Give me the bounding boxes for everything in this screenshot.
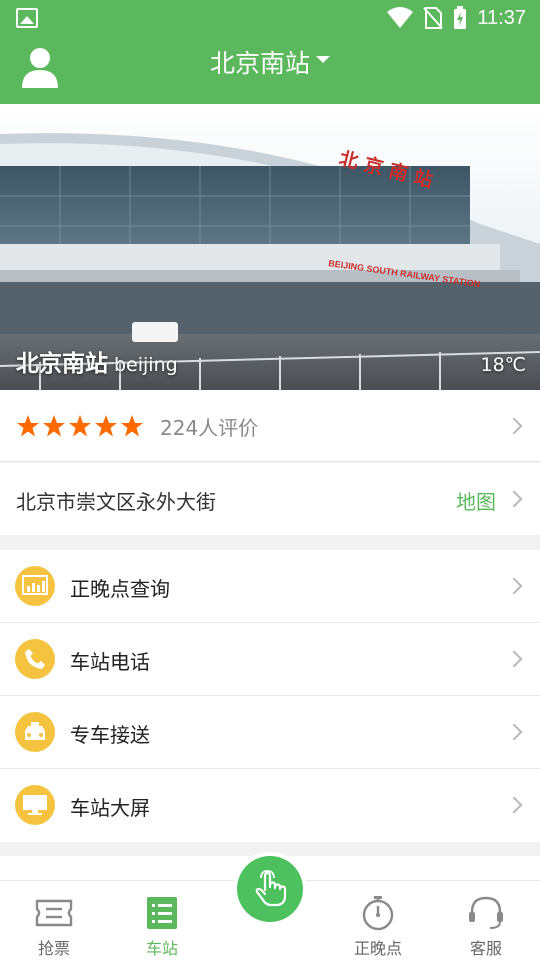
wifi-icon (387, 7, 414, 28)
list-icon (147, 897, 177, 929)
tap-hand-icon (255, 870, 287, 907)
star-icon (17, 415, 39, 437)
map-link[interactable]: 地图 (456, 486, 496, 515)
car-icon (15, 712, 55, 752)
chart-icon (15, 566, 55, 606)
rating-row[interactable]: 224人评价 (0, 390, 540, 462)
star-icon (69, 415, 91, 437)
app-bar: 北京南站 (0, 36, 540, 104)
temperature: 18℃ (480, 354, 526, 376)
no-sim-icon (423, 7, 444, 29)
nav-tab-delays[interactable]: 正晚点 (328, 881, 428, 960)
quick-action-button[interactable] (237, 856, 303, 922)
status-bar: 11:37 (0, 0, 540, 36)
chevron-right-icon (505, 490, 523, 508)
menu-item-car-service[interactable]: 专车接送 (0, 696, 540, 769)
nav-tab-support[interactable]: 客服 (436, 881, 536, 960)
chevron-right-icon (505, 723, 523, 741)
caret-down-icon (316, 55, 330, 63)
star-icon (95, 415, 117, 437)
station-name: 北京南站 (16, 351, 108, 377)
ticket-icon (35, 899, 73, 927)
status-time: 11:37 (477, 6, 526, 29)
star-icon (43, 415, 65, 437)
service-menu: 正晚点查询 车站电话 专车接送 车站大屏 (0, 550, 540, 842)
menu-item-station-screen[interactable]: 车站大屏 (0, 769, 540, 842)
image-notification-icon (16, 8, 38, 28)
station-photo: 北 京 南 站 BEIJING SOUTH RAILWAY STATION 北京… (0, 104, 540, 390)
menu-item-label: 正晚点查询 (70, 577, 170, 601)
battery-charging-icon (454, 6, 467, 29)
station-address: 北京市崇文区永外大街 (16, 490, 216, 514)
headset-icon (469, 896, 503, 929)
star-icon (121, 415, 143, 437)
nav-tab-station[interactable]: 车站 (112, 881, 212, 960)
chevron-right-icon (505, 417, 523, 435)
nav-tab-label: 正晚点 (353, 939, 402, 958)
star-rating (16, 414, 144, 438)
nav-tab-label: 车站 (145, 939, 178, 958)
nav-tab-label: 抢票 (37, 939, 70, 958)
chevron-right-icon (505, 796, 523, 814)
address-row[interactable]: 北京市崇文区永外大街 地图 (0, 463, 540, 535)
menu-item-station-phone[interactable]: 车站电话 (0, 623, 540, 696)
menu-item-label: 车站大屏 (70, 796, 150, 820)
nav-tab-label: 客服 (469, 939, 502, 958)
hero-caption: 北京南站 beijing (16, 344, 178, 378)
station-selector[interactable]: 北京南站 (0, 48, 540, 80)
chevron-right-icon (505, 577, 523, 595)
nav-tab-tickets[interactable]: 抢票 (4, 881, 104, 960)
review-count: 224人评价 (160, 416, 259, 440)
menu-item-label: 车站电话 (70, 650, 150, 674)
station-city: beijing (114, 354, 178, 376)
menu-item-label: 专车接送 (70, 723, 150, 747)
chevron-right-icon (505, 650, 523, 668)
menu-item-delay-query[interactable]: 正晚点查询 (0, 550, 540, 623)
page-title: 北京南站 (209, 49, 310, 78)
monitor-icon (15, 785, 55, 825)
phone-icon (15, 639, 55, 679)
stopwatch-icon (362, 896, 394, 931)
